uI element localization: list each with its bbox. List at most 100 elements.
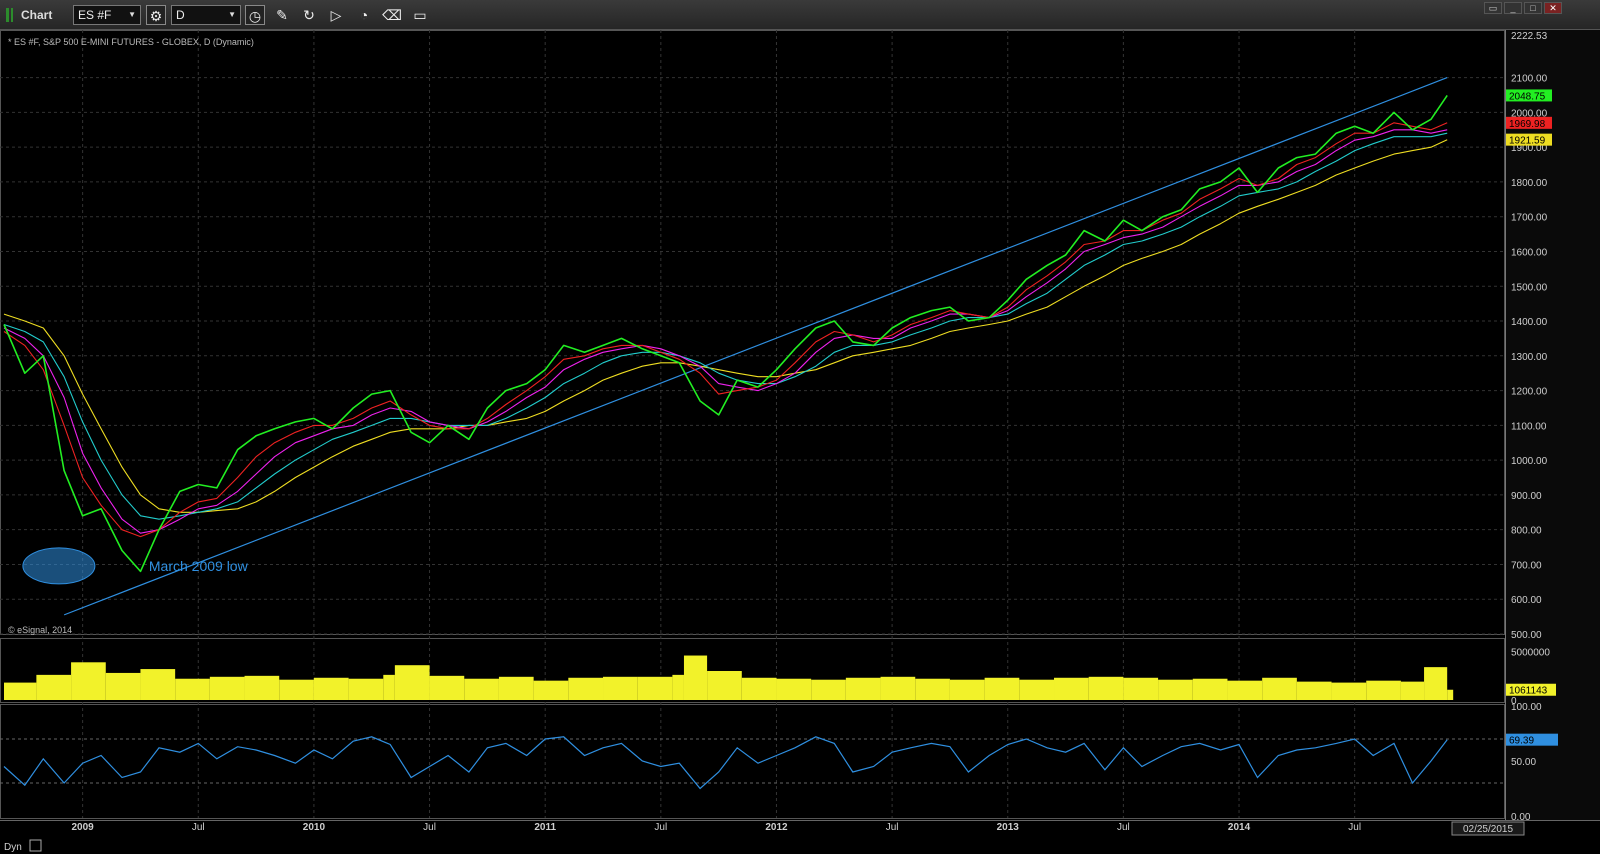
restore-icon[interactable]: ▭ bbox=[1484, 2, 1502, 14]
maximize-icon[interactable]: □ bbox=[1524, 2, 1542, 14]
volume-bar[interactable] bbox=[394, 665, 430, 700]
price-tick-label: 1300.00 bbox=[1511, 352, 1548, 363]
volume-bar[interactable] bbox=[175, 678, 210, 700]
price-tick-label: 600.00 bbox=[1511, 595, 1542, 606]
volume-bar[interactable] bbox=[637, 676, 673, 700]
rsi-tick-label: 50.00 bbox=[1511, 757, 1536, 768]
chart-background bbox=[0, 30, 1600, 854]
rsi-tick-label: 100.00 bbox=[1511, 702, 1542, 713]
march-2009-low-ellipse bbox=[22, 547, 96, 585]
chart-app-icon bbox=[6, 8, 16, 22]
symbol-value: ES #F bbox=[78, 8, 112, 22]
symbol-combo[interactable]: ES #F ▼ bbox=[73, 5, 141, 25]
volume-bar[interactable] bbox=[776, 678, 812, 700]
window-title: Chart bbox=[21, 8, 53, 22]
price-tag-label: 2048.75 bbox=[1509, 91, 1546, 102]
volume-bar[interactable] bbox=[279, 679, 314, 700]
volume-bar[interactable] bbox=[1331, 682, 1367, 700]
volume-bar[interactable] bbox=[313, 677, 349, 700]
x-tick-label: 2011 bbox=[534, 822, 556, 833]
volume-bar[interactable] bbox=[1447, 689, 1454, 700]
price-tick-label: 1400.00 bbox=[1511, 317, 1548, 328]
volume-bar[interactable] bbox=[672, 674, 684, 700]
volume-bar[interactable] bbox=[383, 674, 395, 700]
volume-bar[interactable] bbox=[140, 669, 176, 700]
volume-bar[interactable] bbox=[603, 676, 638, 700]
volume-bar[interactable] bbox=[1054, 677, 1089, 700]
volume-bar[interactable] bbox=[498, 676, 534, 700]
price-tick-label: 2100.00 bbox=[1511, 74, 1548, 85]
volume-bar[interactable] bbox=[741, 677, 777, 700]
settings-gear-icon[interactable]: ⚙ bbox=[146, 5, 166, 25]
volume-bar[interactable] bbox=[348, 678, 384, 700]
alert-icon[interactable]: ◔ bbox=[354, 5, 374, 25]
volume-bar[interactable] bbox=[1227, 680, 1263, 700]
x-tick-label: Jul bbox=[1117, 822, 1130, 833]
x-tick-label: Jul bbox=[1348, 822, 1361, 833]
volume-bar[interactable] bbox=[683, 655, 708, 700]
pencil-draw-icon[interactable]: ✎ bbox=[272, 5, 292, 25]
rsi-tag-label: 69.39 bbox=[1509, 736, 1534, 747]
volume-bar[interactable] bbox=[1158, 679, 1193, 700]
interval-combo[interactable]: D ▼ bbox=[171, 5, 241, 25]
volume-bar[interactable] bbox=[1123, 677, 1159, 700]
price-tick-label: 1500.00 bbox=[1511, 282, 1548, 293]
volume-bar[interactable] bbox=[533, 680, 569, 700]
x-tick-label: Jul bbox=[423, 822, 436, 833]
volume-bar[interactable] bbox=[949, 679, 985, 700]
volume-bar[interactable] bbox=[36, 674, 72, 700]
volume-bar[interactable] bbox=[1424, 667, 1448, 700]
volume-bar[interactable] bbox=[1192, 678, 1228, 700]
comment-icon[interactable]: ▭ bbox=[410, 5, 430, 25]
x-tick-label: 2014 bbox=[1228, 822, 1251, 833]
price-tick-label: 800.00 bbox=[1511, 526, 1542, 537]
chevron-down-icon: ▼ bbox=[228, 10, 236, 19]
refresh-icon[interactable]: ↻ bbox=[299, 5, 319, 25]
x-tick-label: 2013 bbox=[997, 822, 1020, 833]
close-icon[interactable]: ✕ bbox=[1544, 2, 1562, 14]
volume-bar[interactable] bbox=[915, 678, 950, 700]
volume-bar[interactable] bbox=[984, 677, 1020, 700]
price-tag-label: 1969.98 bbox=[1509, 119, 1546, 130]
x-tick-label: 2010 bbox=[303, 822, 326, 833]
play-icon[interactable]: ▷ bbox=[326, 5, 346, 25]
minimize-icon[interactable]: _ bbox=[1504, 2, 1522, 14]
volume-bar[interactable] bbox=[845, 677, 881, 700]
volume-bar[interactable] bbox=[209, 676, 245, 700]
price-tick-label: 1100.00 bbox=[1511, 421, 1547, 432]
price-tag-label: 1921.59 bbox=[1509, 136, 1546, 147]
volume-bar[interactable] bbox=[1019, 679, 1055, 700]
volume-tag-label: 1061143 bbox=[1509, 686, 1548, 697]
x-tick-label: Jul bbox=[192, 822, 205, 833]
volume-bar[interactable] bbox=[707, 671, 742, 700]
interval-value: D bbox=[176, 8, 185, 22]
volume-bar[interactable] bbox=[4, 682, 37, 700]
rsi-tick-label: 0.00 bbox=[1511, 812, 1531, 823]
volume-bar[interactable] bbox=[244, 675, 280, 700]
price-tick-label: 1700.00 bbox=[1511, 213, 1548, 224]
chart-header: * ES #F, S&P 500 E-MINI FUTURES - GLOBEX… bbox=[8, 37, 254, 47]
volume-bar[interactable] bbox=[1296, 681, 1332, 700]
dyn-label[interactable]: Dyn bbox=[4, 842, 22, 853]
volume-bar[interactable] bbox=[1400, 681, 1425, 700]
price-tick-label: 1200.00 bbox=[1511, 387, 1548, 398]
copyright: © eSignal, 2014 bbox=[8, 625, 72, 635]
volume-bar[interactable] bbox=[1262, 677, 1297, 700]
volume-bar[interactable] bbox=[1088, 676, 1124, 700]
annotation-label: March 2009 low bbox=[149, 558, 249, 574]
eraser-icon[interactable]: ⌫ bbox=[382, 5, 402, 25]
chart-canvas[interactable]: March 2009 low 2222.532100.002000.001900… bbox=[0, 30, 1600, 854]
volume-bar[interactable] bbox=[105, 672, 141, 700]
interval-clock-icon[interactable]: ◷ bbox=[245, 5, 265, 25]
chevron-down-icon: ▼ bbox=[128, 10, 136, 19]
volume-bar[interactable] bbox=[1366, 680, 1401, 700]
volume-bar[interactable] bbox=[568, 677, 604, 700]
volume-tick-label: 5000000 bbox=[1511, 648, 1550, 659]
volume-bar[interactable] bbox=[880, 676, 916, 700]
price-tick-label: 1800.00 bbox=[1511, 178, 1548, 189]
price-scale[interactable]: 2222.532100.002000.001900.001800.001700.… bbox=[1505, 30, 1600, 823]
volume-bar[interactable] bbox=[71, 662, 106, 700]
volume-bar[interactable] bbox=[429, 675, 465, 700]
volume-bar[interactable] bbox=[811, 679, 846, 700]
volume-bar[interactable] bbox=[464, 678, 499, 700]
